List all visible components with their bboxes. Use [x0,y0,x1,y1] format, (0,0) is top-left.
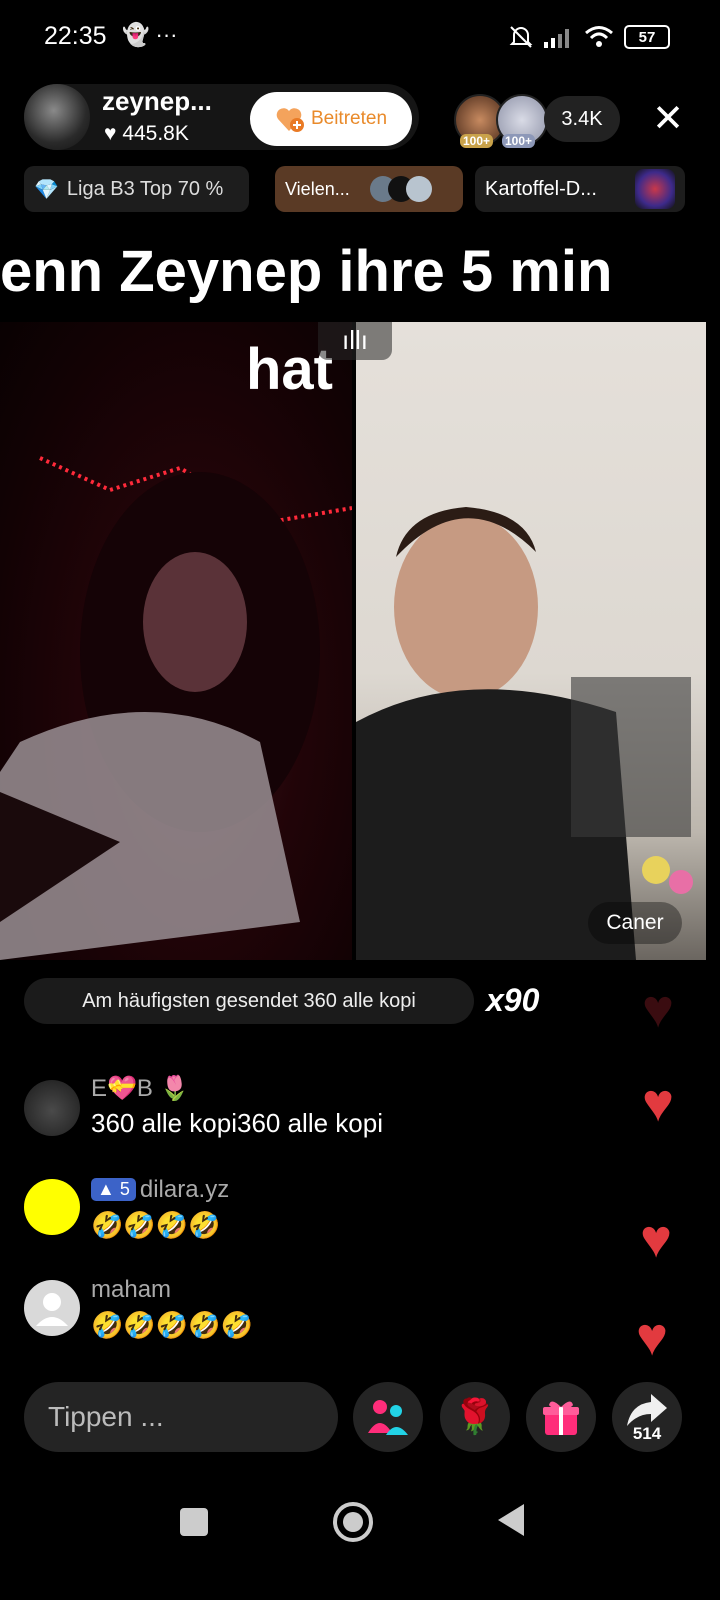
comment-text: 🤣🤣🤣🤣 [91,1210,221,1240]
guest-button[interactable] [353,1382,423,1452]
league-chip[interactable]: 💎 Liga B3 Top 70 % [24,166,249,212]
host-video-scene [0,456,352,960]
join-label: Beitreten [310,108,388,129]
gift-icon [543,1401,579,1435]
wifi-icon [585,26,613,47]
comment-username[interactable]: dilara.yz [140,1176,229,1203]
back-nav-icon[interactable] [498,1504,524,1536]
default-user-icon [36,1293,68,1326]
join-heart-icon [276,108,304,132]
most-sent-count: x90 [486,982,540,1018]
heart-icon: ♥ [636,1307,669,1367]
viewer-count[interactable]: 3.4K [544,96,620,142]
thanks-label: Vielen... [285,178,350,199]
guest-video-scene [356,507,693,960]
topic-label: Kartoffel-D... [485,177,597,200]
guest-icon [368,1400,408,1435]
thanks-avatars [369,176,432,202]
thanks-chip[interactable]: Vielen... [275,166,463,212]
host-video[interactable] [0,322,352,960]
notification-icons: 👻 ··· [122,22,178,47]
league-label: Liga B3 Top 70 % [66,177,224,200]
gift-button[interactable] [526,1382,596,1452]
share-icon [627,1394,667,1426]
comment-text: 🤣🤣🤣🤣🤣 [91,1310,253,1340]
level-value: 5 [119,1179,130,1199]
most-sent-banner[interactable]: Am häufigsten gesendet 360 alle kopi [24,978,474,1024]
host-likes: ♥ 445.8K [104,122,189,146]
join-button[interactable]: Beitreten [250,92,412,146]
heart-icon: ♥ [640,1209,673,1269]
comment-text: 360 alle kopi360 alle kopi [91,1108,383,1138]
silent-bell-icon [509,26,533,48]
comment-avatar[interactable] [24,1179,80,1235]
host-avatar[interactable] [24,84,90,150]
circle-nav-icon[interactable] [333,1502,373,1542]
rose-icon: 🌹 [453,1398,497,1436]
heart-icon: ♥ [642,1073,675,1133]
audio-bars-icon: ıllı [318,322,392,360]
comment-username[interactable]: maham [91,1276,171,1304]
heart-icon: ♥ [104,122,117,145]
top-viewers[interactable]: 100+ 100+ [454,94,548,148]
status-right-icons: 57 [508,24,670,50]
overlay-caption-line1: enn Zeynep ihre 5 min [0,239,613,304]
rose-button[interactable]: 🌹 [440,1382,510,1452]
level-badge: ▲ 5 [91,1178,136,1201]
viewer-badge-1: 100+ [460,134,494,148]
guest-video[interactable] [356,322,706,960]
host-likes-value: 445.8K [122,122,189,145]
viewer-avatar-2[interactable]: 100+ [496,94,548,148]
comment-user-row[interactable]: ▲ 5 dilara.yz [91,1176,229,1204]
guest-name-tag[interactable]: Caner [588,902,682,944]
signal-icon [544,29,569,48]
battery-icon: 57 [624,25,670,49]
faded-heart-icon: ♥ [642,979,675,1039]
topic-image [635,169,675,209]
topic-chip[interactable]: Kartoffel-D... [475,166,685,212]
comment-avatar[interactable] [24,1080,80,1136]
comment-username[interactable]: E💝B 🌷 [91,1074,189,1103]
square-nav-icon[interactable] [180,1508,208,1536]
status-time: 22:35 [44,22,107,50]
host-name[interactable]: zeynep... [102,86,212,117]
viewer-badge-2: 100+ [502,134,536,148]
comment-avatar[interactable] [24,1280,80,1336]
comment-input[interactable] [24,1382,338,1452]
close-icon[interactable]: ✕ [648,100,688,140]
diamond-icon: 💎 [34,178,59,201]
share-count: 514 [632,1424,662,1443]
